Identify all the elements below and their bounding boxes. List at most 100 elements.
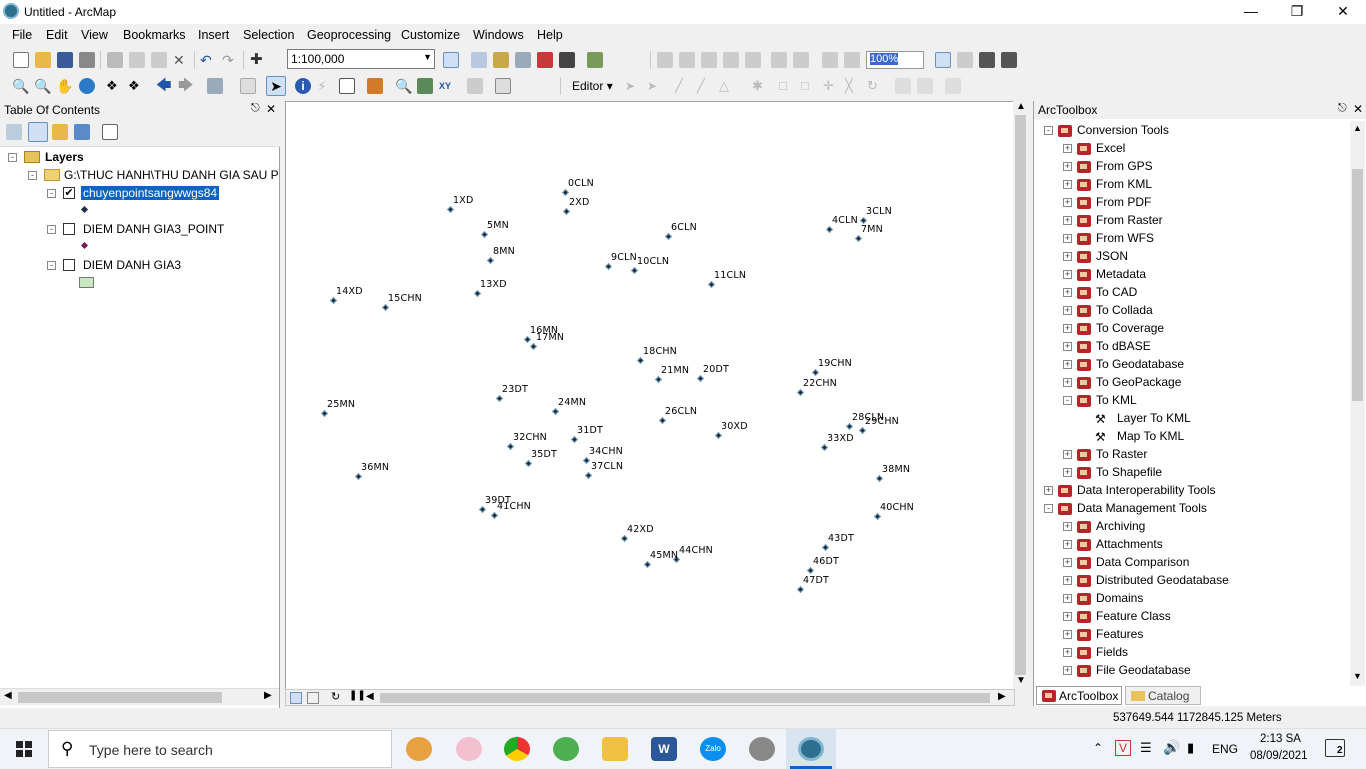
- pause-drawing-icon[interactable]: ❚❚: [349, 690, 366, 701]
- collapse-layer-1-toggle[interactable]: -: [47, 189, 56, 198]
- tree-expand-toggle[interactable]: +: [1063, 324, 1072, 333]
- tree-expand-toggle[interactable]: +: [1063, 270, 1072, 279]
- arctoolbox-close-icon[interactable]: ✕: [1353, 102, 1363, 116]
- layer-1-visibility-checkbox[interactable]: ✔: [63, 187, 75, 199]
- create-viewer-window-icon[interactable]: [495, 78, 511, 94]
- point-icon[interactable]: ✱: [752, 78, 768, 94]
- measure-icon[interactable]: [367, 78, 383, 94]
- collapse-layer-2-toggle[interactable]: -: [47, 225, 56, 234]
- layer-2-point-symbol[interactable]: [80, 241, 89, 250]
- select-features-icon[interactable]: [207, 78, 223, 94]
- arctoolbox-item[interactable]: Metadata: [1096, 267, 1146, 281]
- tree-expand-toggle[interactable]: +: [1063, 180, 1072, 189]
- collapse-folder-toggle[interactable]: -: [28, 171, 37, 180]
- toc-options-icon[interactable]: [102, 124, 118, 140]
- arctoolbox-item[interactable]: To Coverage: [1096, 321, 1164, 335]
- add-data-icon[interactable]: ✚: [250, 52, 266, 68]
- taskbar-search-box[interactable]: ⚲ Type here to search: [48, 730, 392, 768]
- menu-geoprocessing[interactable]: Geoprocessing: [307, 28, 391, 42]
- hyperlink-icon[interactable]: ⚡: [317, 78, 333, 94]
- paste-icon[interactable]: [151, 52, 167, 68]
- arctoolbox-item[interactable]: File Geodatabase: [1096, 663, 1191, 677]
- arctoolbox-scroll-thumb[interactable]: [1352, 169, 1363, 401]
- back-extent-layout-icon[interactable]: [822, 52, 838, 68]
- arctoolbox-item[interactable]: To dBASE: [1096, 339, 1151, 353]
- menu-help[interactable]: Help: [537, 28, 563, 42]
- collapse-layers-toggle[interactable]: -: [8, 153, 17, 162]
- menu-view[interactable]: View: [81, 28, 108, 42]
- trace-icon[interactable]: △: [719, 78, 735, 94]
- clock-time[interactable]: 2:13 SA: [1260, 733, 1301, 745]
- layout-zoom-percent[interactable]: 100%: [866, 51, 924, 69]
- map-point[interactable]: [796, 585, 805, 594]
- tree-expand-toggle[interactable]: +: [1063, 594, 1072, 603]
- map-point[interactable]: [714, 431, 723, 440]
- coccoc-browser-icon[interactable]: [553, 737, 579, 761]
- attributes-icon[interactable]: [895, 78, 911, 94]
- tree-expand-toggle[interactable]: +: [1063, 198, 1072, 207]
- toc-scroll-thumb[interactable]: [18, 692, 222, 703]
- map-point[interactable]: [490, 511, 499, 520]
- map-display[interactable]: 0CLN 1XD 2XD 3CLN 4CLN 5MN 6CLN 7MN 8MN 9CLN 10CLN…: [285, 101, 1015, 691]
- full-extent-layout-icon[interactable]: [723, 52, 739, 68]
- layer-1-name[interactable]: chuyenpointsangwwgs84: [81, 186, 220, 200]
- toc-horizontal-scrollbar[interactable]: ◀ ▶: [0, 688, 279, 705]
- arctoolbox-item[interactable]: To CAD: [1096, 285, 1137, 299]
- input-language[interactable]: ENG: [1212, 742, 1238, 756]
- map-point[interactable]: [643, 560, 652, 569]
- map-point[interactable]: [620, 534, 629, 543]
- zoom-in-icon[interactable]: 🔍: [12, 78, 29, 94]
- tree-expand-toggle[interactable]: +: [1063, 576, 1072, 585]
- tree-expand-toggle[interactable]: +: [1063, 378, 1072, 387]
- zoom-in-fixed-icon[interactable]: [657, 52, 673, 68]
- zoom-out-fixed-icon[interactable]: [679, 52, 695, 68]
- chrome-icon[interactable]: [504, 737, 530, 761]
- arctoolbox-item[interactable]: Attachments: [1096, 537, 1163, 551]
- map-point[interactable]: [796, 388, 805, 397]
- edit-annotation-icon[interactable]: ➤: [647, 78, 663, 94]
- unikey-icon[interactable]: V: [1115, 740, 1131, 756]
- map-point[interactable]: [630, 266, 639, 275]
- map-point[interactable]: [523, 335, 532, 344]
- arctoolbox-item[interactable]: Fields: [1096, 645, 1128, 659]
- menu-edit[interactable]: Edit: [46, 28, 68, 42]
- delete-icon[interactable]: ✕: [173, 52, 189, 68]
- volume-icon[interactable]: 🔊: [1163, 739, 1180, 756]
- map-point[interactable]: [354, 472, 363, 481]
- map-point[interactable]: [825, 225, 834, 234]
- arctoolbox-item[interactable]: Data Management Tools: [1077, 501, 1207, 515]
- zoom-out-icon[interactable]: 🔍: [34, 78, 51, 94]
- tab-arctoolbox[interactable]: ArcToolbox: [1036, 686, 1122, 705]
- list-by-selection-icon[interactable]: [74, 124, 90, 140]
- arctoolbox-item[interactable]: Distributed Geodatabase: [1096, 573, 1229, 587]
- map-point[interactable]: [381, 303, 390, 312]
- map-point[interactable]: [604, 262, 613, 271]
- menu-windows[interactable]: Windows: [473, 28, 524, 42]
- search-window-icon[interactable]: [515, 52, 531, 68]
- arctoolbox-item[interactable]: Archiving: [1096, 519, 1145, 533]
- hscroll-left-icon[interactable]: ◀: [366, 691, 374, 702]
- map-point[interactable]: [329, 296, 338, 305]
- identify-icon[interactable]: i: [295, 78, 311, 94]
- menu-customize[interactable]: Customize: [401, 28, 460, 42]
- map-point[interactable]: [562, 207, 571, 216]
- tree-expand-toggle[interactable]: +: [1063, 288, 1072, 297]
- go-to-xy-icon[interactable]: XY: [439, 78, 455, 94]
- fixed-zoom-out-icon[interactable]: ❖: [128, 78, 144, 94]
- list-by-source-icon[interactable]: [28, 122, 48, 142]
- arctoolbox-item[interactable]: To KML: [1096, 393, 1137, 407]
- paint-app-icon[interactable]: [406, 737, 432, 761]
- open-folder-icon[interactable]: [35, 52, 51, 68]
- select-elements-arrow-icon[interactable]: ➤: [266, 76, 286, 96]
- map-scale-combobox[interactable]: 1:100,000 ▼: [287, 49, 435, 69]
- map-point[interactable]: [875, 474, 884, 483]
- map-point[interactable]: [584, 471, 593, 480]
- map-point[interactable]: [478, 505, 487, 514]
- layer-2-visibility-checkbox[interactable]: [63, 223, 75, 235]
- save-icon[interactable]: [57, 52, 73, 68]
- tree-expand-toggle[interactable]: -: [1044, 126, 1053, 135]
- folder-path-label[interactable]: G:\THUC HANH\THU DANH GIA SAU PH: [64, 168, 278, 182]
- tree-expand-toggle[interactable]: +: [1063, 216, 1072, 225]
- map-point[interactable]: [854, 234, 863, 243]
- tree-expand-toggle[interactable]: +: [1063, 450, 1072, 459]
